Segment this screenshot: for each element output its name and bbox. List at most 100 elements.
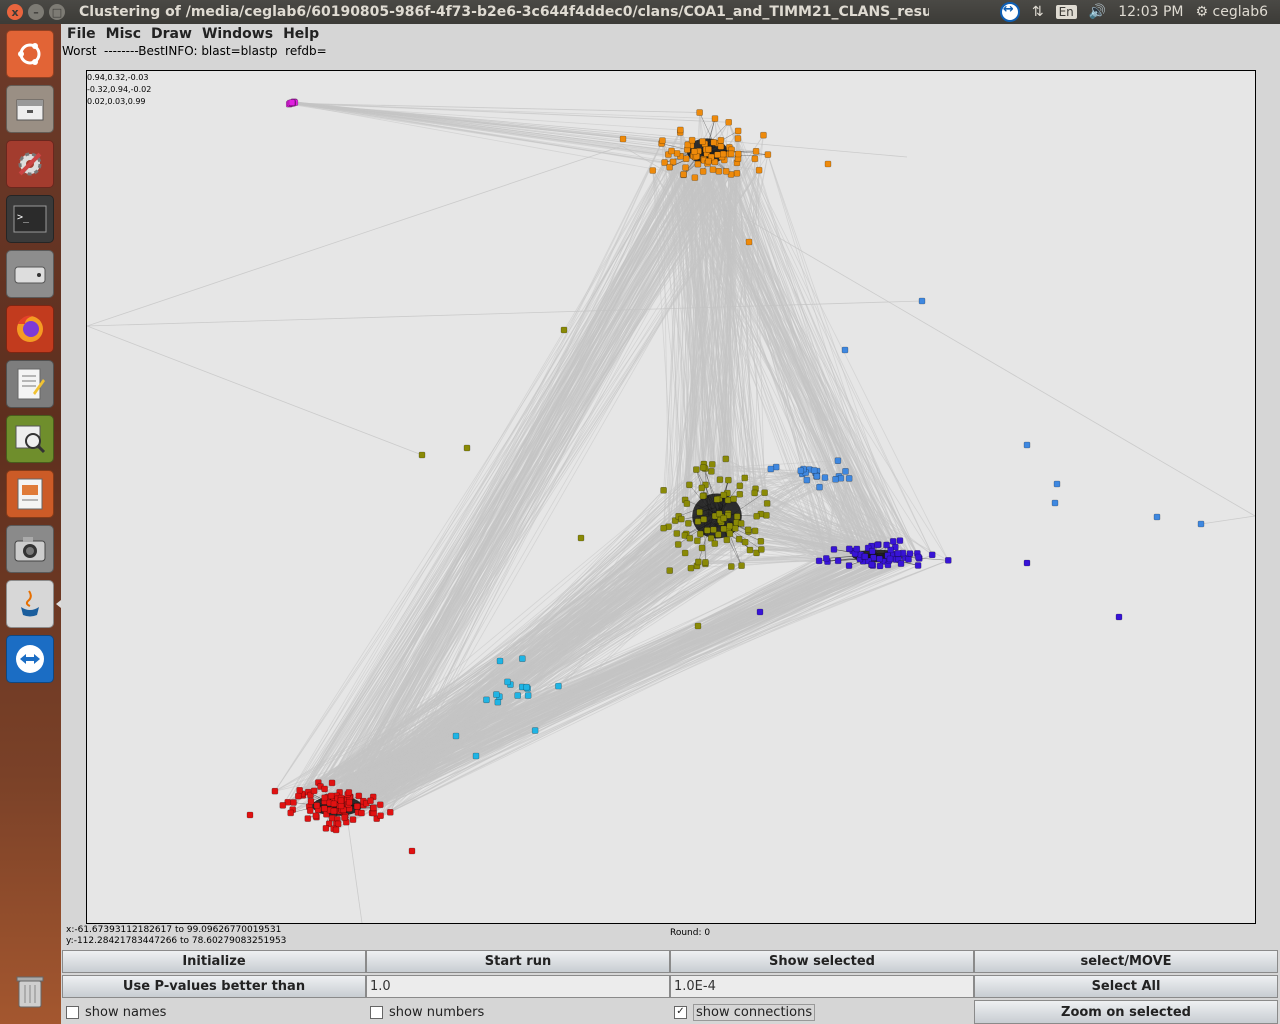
sequence-node[interactable] <box>353 803 361 810</box>
teamviewer-tray-icon[interactable] <box>999 2 1020 22</box>
menu-help[interactable]: Help <box>283 26 319 42</box>
sequence-node[interactable] <box>519 655 526 662</box>
java-icon[interactable] <box>6 580 54 628</box>
sequence-node[interactable] <box>709 166 717 173</box>
sequence-node[interactable] <box>727 150 735 158</box>
sequence-node[interactable] <box>883 541 890 549</box>
sequence-node[interactable] <box>686 481 693 489</box>
sequence-node[interactable] <box>845 475 853 482</box>
start-run-button[interactable]: Start run <box>366 950 670 973</box>
sequence-node[interactable] <box>720 514 728 522</box>
sequence-node[interactable] <box>752 147 760 155</box>
sequence-node[interactable] <box>730 495 737 503</box>
sequence-node[interactable] <box>696 508 703 516</box>
sequence-node[interactable] <box>744 526 752 534</box>
sequence-node[interactable] <box>733 513 741 520</box>
sequence-node[interactable] <box>714 151 721 159</box>
sequence-node[interactable] <box>682 155 690 162</box>
sequence-node[interactable] <box>731 525 739 532</box>
sequence-node[interactable] <box>722 455 730 463</box>
sequence-node[interactable] <box>894 550 902 557</box>
sequence-node[interactable] <box>725 476 732 484</box>
sequence-node[interactable] <box>330 800 338 808</box>
sequence-node[interactable] <box>681 549 689 557</box>
firefox-icon[interactable] <box>6 305 54 353</box>
sequence-node[interactable] <box>834 557 842 565</box>
sequence-node[interactable] <box>463 444 471 452</box>
sequence-node[interactable] <box>688 136 696 144</box>
sequence-node[interactable] <box>341 814 348 821</box>
sequence-node[interactable] <box>713 496 721 503</box>
sequence-node[interactable] <box>346 798 353 806</box>
sequence-node[interactable] <box>723 536 731 544</box>
sequence-node[interactable] <box>719 150 727 158</box>
sequence-node[interactable] <box>496 657 504 665</box>
menu-misc[interactable]: Misc <box>106 26 141 42</box>
sequence-node[interactable] <box>678 515 685 523</box>
sequence-node[interactable] <box>1023 559 1031 567</box>
sequence-node[interactable] <box>737 520 745 527</box>
image-viewer-icon[interactable] <box>6 415 54 463</box>
sequence-node[interactable] <box>845 562 853 569</box>
sequence-node[interactable] <box>874 541 881 549</box>
sequence-node[interactable] <box>619 135 627 143</box>
sequence-node[interactable] <box>760 131 767 139</box>
sequence-node[interactable] <box>673 150 681 157</box>
sequence-node[interactable] <box>304 815 312 822</box>
sequence-node[interactable] <box>876 555 883 563</box>
sequence-node[interactable] <box>377 812 384 819</box>
sequence-node[interactable] <box>472 752 480 760</box>
sequence-node[interactable] <box>699 138 706 145</box>
sequence-node[interactable] <box>694 160 702 168</box>
sequence-node[interactable] <box>452 732 460 740</box>
sequence-node[interactable] <box>677 126 684 134</box>
show-connections-check-box[interactable]: ✓ <box>674 1005 687 1019</box>
sequence-node[interactable] <box>699 464 707 471</box>
sequence-node[interactable] <box>686 534 694 542</box>
terminal-icon[interactable]: >_ <box>6 195 54 243</box>
sequence-node[interactable] <box>725 118 732 126</box>
sequence-node[interactable] <box>523 683 530 691</box>
sequence-node[interactable] <box>915 553 922 561</box>
sequence-node[interactable] <box>295 792 302 800</box>
sequence-node[interactable] <box>504 678 511 686</box>
sequence-node[interactable] <box>696 109 703 116</box>
sequence-node[interactable] <box>313 802 321 809</box>
sequence-node[interactable] <box>710 139 718 146</box>
sequence-node[interactable] <box>271 787 279 795</box>
sequence-node[interactable] <box>751 489 758 497</box>
sequence-node[interactable] <box>687 564 695 572</box>
sequence-node[interactable] <box>524 692 532 699</box>
sequence-node[interactable] <box>307 798 315 805</box>
volume-icon[interactable]: 🔊 <box>1089 4 1106 20</box>
sequence-node[interactable] <box>761 489 768 497</box>
sequence-node[interactable] <box>493 691 500 698</box>
sequence-node[interactable] <box>764 151 772 158</box>
sequence-node[interactable] <box>853 545 861 553</box>
sequence-node[interactable] <box>717 137 725 144</box>
sequence-node[interactable] <box>649 167 657 174</box>
disk-icon[interactable] <box>6 250 54 298</box>
sequence-node[interactable] <box>666 163 673 171</box>
sequence-node[interactable] <box>810 467 818 474</box>
sequence-node[interactable] <box>683 500 691 507</box>
initialize-button[interactable]: Initialize <box>62 950 366 973</box>
sequence-node[interactable] <box>682 164 689 171</box>
menu-draw[interactable]: Draw <box>151 26 192 42</box>
sequence-node[interactable] <box>813 472 821 480</box>
sequence-node[interactable] <box>330 807 338 815</box>
sequence-node[interactable] <box>693 466 700 473</box>
files-icon[interactable] <box>6 85 54 133</box>
sequence-node[interactable] <box>889 538 897 545</box>
user-menu[interactable]: ⚙ ceglab6 <box>1196 4 1268 20</box>
show-selected-button[interactable]: Show selected <box>670 950 974 973</box>
sequence-node[interactable] <box>868 561 876 568</box>
show-numbers-checkbox[interactable]: show numbers <box>370 1004 484 1020</box>
sequence-node[interactable] <box>694 518 702 525</box>
sequence-node[interactable] <box>685 520 692 527</box>
cluster-plot[interactable]: 0.94,0.32,-0.03 -0.32,0.94,-0.02 0.02,0.… <box>86 70 1256 924</box>
sequence-node[interactable] <box>328 779 336 787</box>
sequence-node[interactable] <box>735 535 743 543</box>
sequence-node[interactable] <box>349 816 357 823</box>
show-names-check-box[interactable] <box>66 1005 79 1019</box>
